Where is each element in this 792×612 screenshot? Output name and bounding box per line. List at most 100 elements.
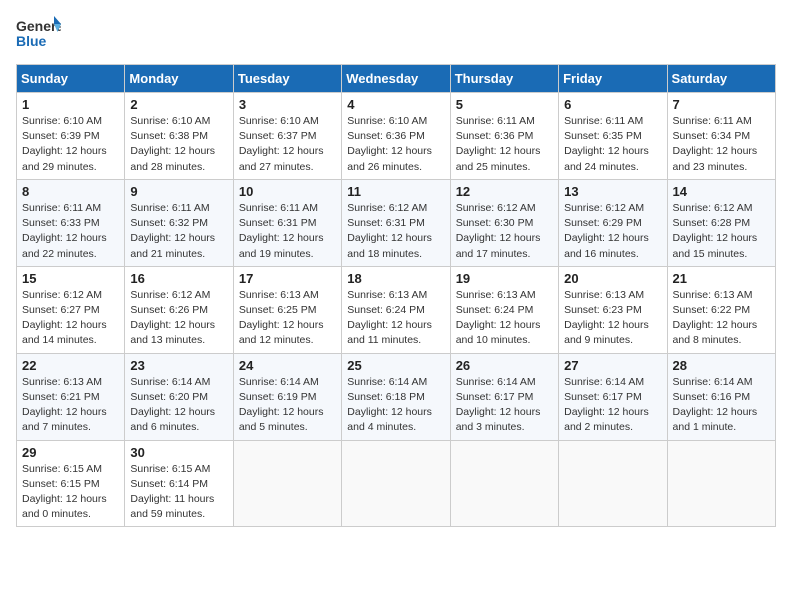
day-number: 6 [564,97,661,112]
day-info: Sunrise: 6:13 AMSunset: 6:24 PMDaylight:… [347,288,444,349]
calendar-cell: 24 Sunrise: 6:14 AMSunset: 6:19 PMDayligh… [233,353,341,440]
calendar-cell: 27Sunrise: 6:14 AMSunset: 6:17 PMDayligh… [559,353,667,440]
day-number: 11 [347,184,444,199]
calendar-week-row: 1 Sunrise: 6:10 AMSunset: 6:39 PMDaylight… [17,93,776,180]
day-number: 24 [239,358,336,373]
day-number: 25 [347,358,444,373]
day-of-week-header: Saturday [667,65,775,93]
day-info: Sunrise: 6:14 AMSunset: 6:17 PMDaylight:… [564,375,661,436]
calendar-cell [342,440,450,527]
calendar-cell: 7 Sunrise: 6:11 AMSunset: 6:34 PMDaylight… [667,93,775,180]
day-info: Sunrise: 6:11 AMSunset: 6:35 PMDaylight:… [564,114,661,175]
day-info: Sunrise: 6:12 AMSunset: 6:26 PMDaylight:… [130,288,227,349]
day-info: Sunrise: 6:13 AMSunset: 6:24 PMDaylight:… [456,288,553,349]
day-of-week-header: Thursday [450,65,558,93]
calendar-cell: 18 Sunrise: 6:13 AMSunset: 6:24 PMDayligh… [342,266,450,353]
day-info: Sunrise: 6:10 AMSunset: 6:39 PMDaylight:… [22,114,119,175]
calendar-week-row: 22Sunrise: 6:13 AMSunset: 6:21 PMDayligh… [17,353,776,440]
calendar-cell: 26 Sunrise: 6:14 AMSunset: 6:17 PMDayligh… [450,353,558,440]
day-of-week-header: Friday [559,65,667,93]
day-number: 22 [22,358,119,373]
day-info: Sunrise: 6:12 AMSunset: 6:27 PMDaylight:… [22,288,119,349]
day-number: 23 [130,358,227,373]
calendar-cell: 25 Sunrise: 6:14 AMSunset: 6:18 PMDayligh… [342,353,450,440]
day-info: Sunrise: 6:13 AMSunset: 6:25 PMDaylight:… [239,288,336,349]
calendar-cell: 1 Sunrise: 6:10 AMSunset: 6:39 PMDaylight… [17,93,125,180]
day-number: 13 [564,184,661,199]
day-of-week-header: Tuesday [233,65,341,93]
logo-svg: General Blue [16,16,61,52]
day-info: Sunrise: 6:14 AMSunset: 6:18 PMDaylight:… [347,375,444,436]
page-header: General Blue [16,16,776,52]
calendar-cell: 5 Sunrise: 6:11 AMSunset: 6:36 PMDaylight… [450,93,558,180]
calendar-cell [667,440,775,527]
calendar-cell: 9 Sunrise: 6:11 AMSunset: 6:32 PMDaylight… [125,179,233,266]
calendar-cell: 17 Sunrise: 6:13 AMSunset: 6:25 PMDayligh… [233,266,341,353]
day-number: 15 [22,271,119,286]
calendar-cell: 14Sunrise: 6:12 AMSunset: 6:28 PMDayligh… [667,179,775,266]
calendar-cell: 28Sunrise: 6:14 AMSunset: 6:16 PMDayligh… [667,353,775,440]
day-number: 12 [456,184,553,199]
calendar-cell: 2Sunrise: 6:10 AMSunset: 6:38 PMDaylight… [125,93,233,180]
day-number: 9 [130,184,227,199]
day-info: Sunrise: 6:15 AMSunset: 6:14 PMDaylight:… [130,462,227,523]
day-info: Sunrise: 6:10 AMSunset: 6:36 PMDaylight:… [347,114,444,175]
calendar-cell: 30 Sunrise: 6:15 AMSunset: 6:14 PMDayligh… [125,440,233,527]
calendar-cell: 19 Sunrise: 6:13 AMSunset: 6:24 PMDayligh… [450,266,558,353]
calendar-cell: 29Sunrise: 6:15 AMSunset: 6:15 PMDayligh… [17,440,125,527]
day-info: Sunrise: 6:11 AMSunset: 6:31 PMDaylight:… [239,201,336,262]
day-info: Sunrise: 6:12 AMSunset: 6:30 PMDaylight:… [456,201,553,262]
calendar-table: SundayMondayTuesdayWednesdayThursdayFrid… [16,64,776,527]
calendar-week-row: 8 Sunrise: 6:11 AMSunset: 6:33 PMDaylight… [17,179,776,266]
day-number: 14 [673,184,770,199]
day-info: Sunrise: 6:11 AMSunset: 6:34 PMDaylight:… [673,114,770,175]
calendar-cell: 20 Sunrise: 6:13 AMSunset: 6:23 PMDayligh… [559,266,667,353]
day-info: Sunrise: 6:14 AMSunset: 6:17 PMDaylight:… [456,375,553,436]
day-number: 17 [239,271,336,286]
day-info: Sunrise: 6:13 AMSunset: 6:23 PMDaylight:… [564,288,661,349]
calendar-cell: 4Sunrise: 6:10 AMSunset: 6:36 PMDaylight… [342,93,450,180]
calendar-cell: 12 Sunrise: 6:12 AMSunset: 6:30 PMDayligh… [450,179,558,266]
day-number: 8 [22,184,119,199]
svg-text:Blue: Blue [16,33,47,49]
day-of-week-header: Sunday [17,65,125,93]
day-info: Sunrise: 6:13 AMSunset: 6:22 PMDaylight:… [673,288,770,349]
calendar-header-row: SundayMondayTuesdayWednesdayThursdayFrid… [17,65,776,93]
calendar-cell: 8 Sunrise: 6:11 AMSunset: 6:33 PMDaylight… [17,179,125,266]
day-info: Sunrise: 6:12 AMSunset: 6:31 PMDaylight:… [347,201,444,262]
day-number: 19 [456,271,553,286]
day-number: 7 [673,97,770,112]
calendar-week-row: 29Sunrise: 6:15 AMSunset: 6:15 PMDayligh… [17,440,776,527]
day-number: 16 [130,271,227,286]
calendar-cell [559,440,667,527]
day-number: 30 [130,445,227,460]
day-number: 18 [347,271,444,286]
calendar-cell: 21 Sunrise: 6:13 AMSunset: 6:22 PMDayligh… [667,266,775,353]
day-info: Sunrise: 6:15 AMSunset: 6:15 PMDaylight:… [22,462,119,523]
day-number: 26 [456,358,553,373]
day-number: 1 [22,97,119,112]
calendar-cell: 22Sunrise: 6:13 AMSunset: 6:21 PMDayligh… [17,353,125,440]
day-number: 5 [456,97,553,112]
day-info: Sunrise: 6:11 AMSunset: 6:32 PMDaylight:… [130,201,227,262]
calendar-cell [450,440,558,527]
calendar-cell: 16 Sunrise: 6:12 AMSunset: 6:26 PMDayligh… [125,266,233,353]
day-info: Sunrise: 6:14 AMSunset: 6:19 PMDaylight:… [239,375,336,436]
day-number: 3 [239,97,336,112]
day-number: 10 [239,184,336,199]
day-number: 21 [673,271,770,286]
calendar-week-row: 15 Sunrise: 6:12 AMSunset: 6:27 PMDayligh… [17,266,776,353]
day-info: Sunrise: 6:10 AMSunset: 6:37 PMDaylight:… [239,114,336,175]
logo: General Blue [16,16,61,52]
calendar-cell: 10 Sunrise: 6:11 AMSunset: 6:31 PMDayligh… [233,179,341,266]
day-info: Sunrise: 6:11 AMSunset: 6:33 PMDaylight:… [22,201,119,262]
day-of-week-header: Wednesday [342,65,450,93]
day-number: 2 [130,97,227,112]
calendar-cell: 23Sunrise: 6:14 AMSunset: 6:20 PMDayligh… [125,353,233,440]
day-info: Sunrise: 6:14 AMSunset: 6:16 PMDaylight:… [673,375,770,436]
day-number: 20 [564,271,661,286]
calendar-cell: 13Sunrise: 6:12 AMSunset: 6:29 PMDayligh… [559,179,667,266]
calendar-cell: 11 Sunrise: 6:12 AMSunset: 6:31 PMDayligh… [342,179,450,266]
day-info: Sunrise: 6:11 AMSunset: 6:36 PMDaylight:… [456,114,553,175]
calendar-cell: 6 Sunrise: 6:11 AMSunset: 6:35 PMDaylight… [559,93,667,180]
